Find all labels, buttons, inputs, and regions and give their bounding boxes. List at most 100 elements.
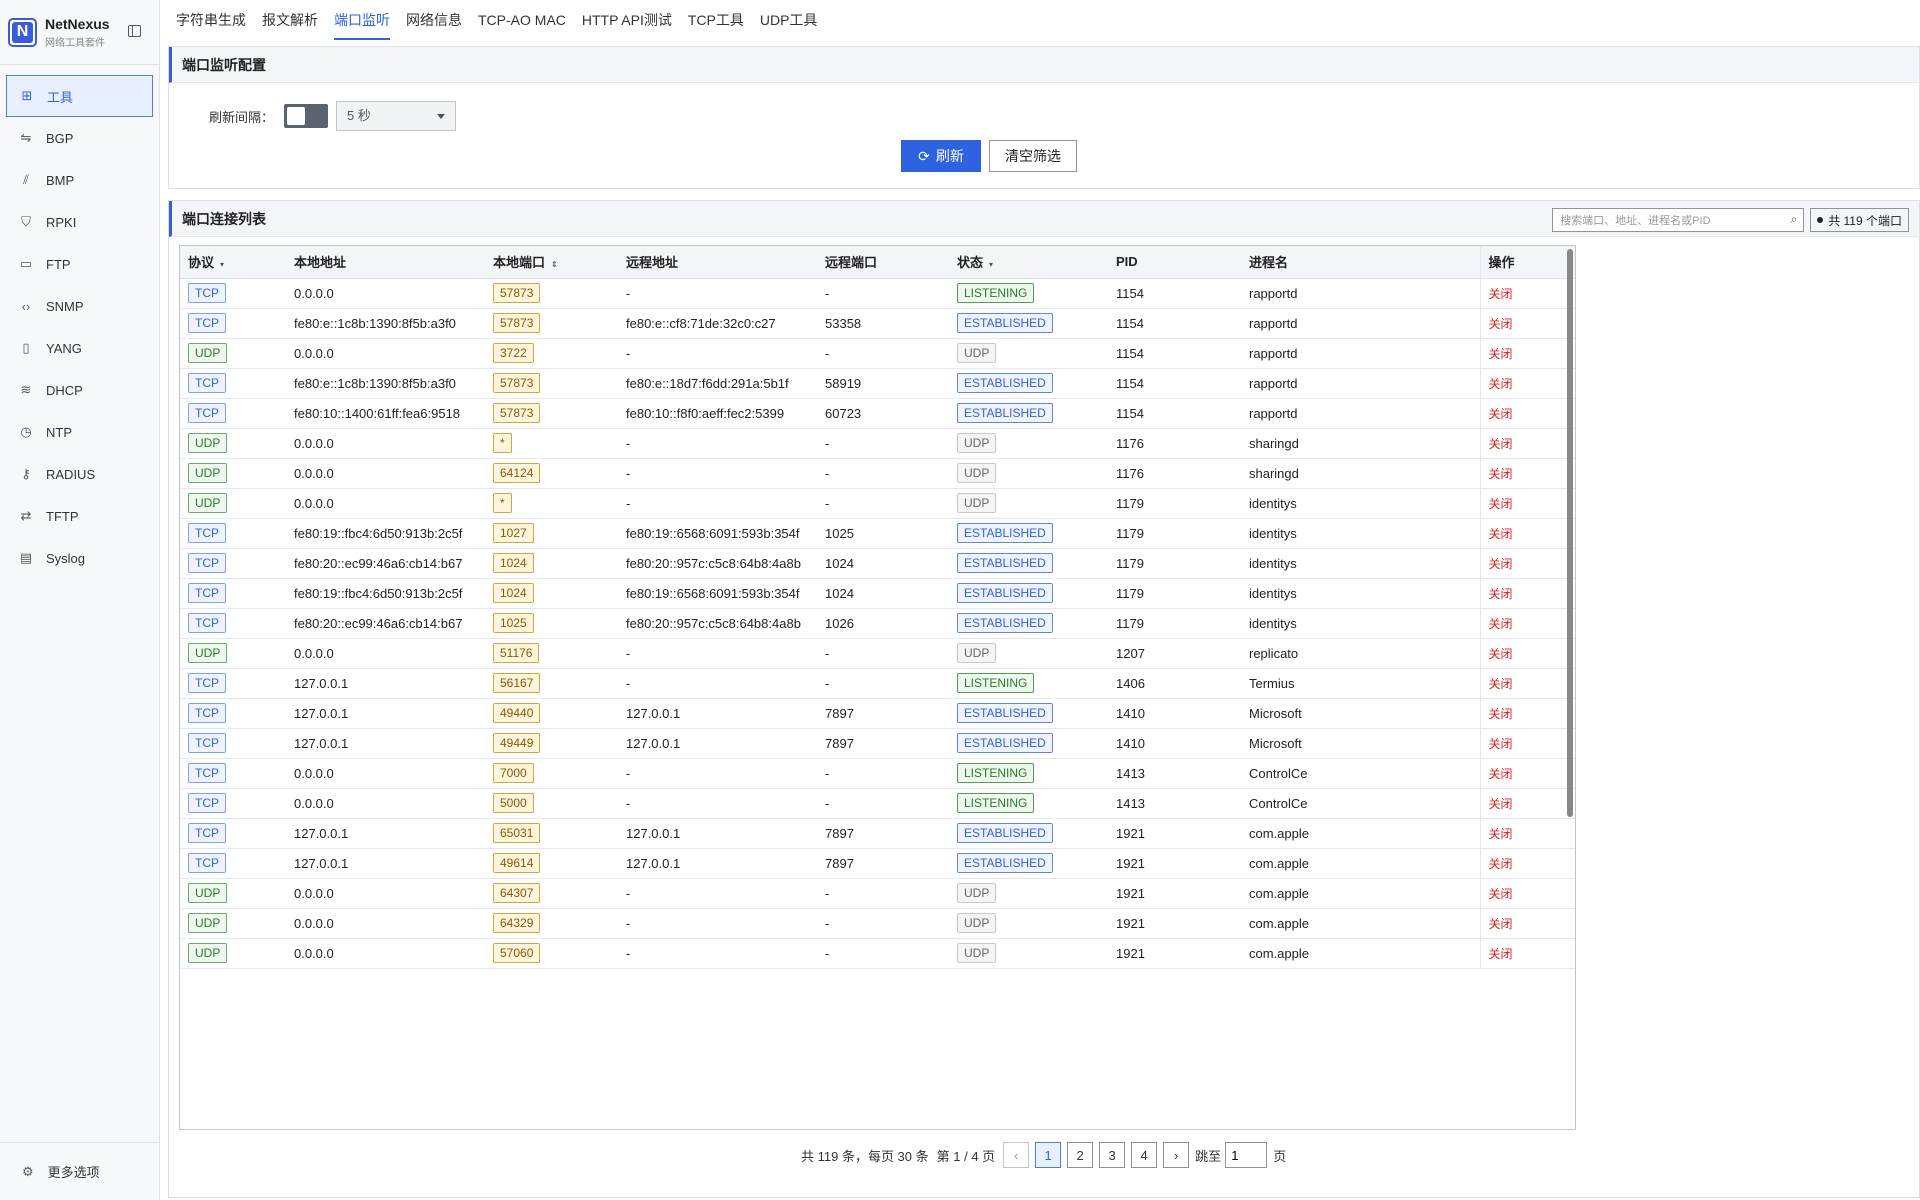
sidebar-collapse-icon[interactable] (128, 25, 141, 37)
sidebar-item-ntp[interactable]: ◷ NTP (6, 411, 153, 453)
protocol-tag: UDP (188, 643, 228, 663)
close-connection-button[interactable]: 关闭 (1489, 647, 1513, 661)
search-input[interactable]: 搜索端口、地址、进程名或PID ⌕ (1552, 208, 1805, 232)
sort-icon[interactable]: ▾ (220, 260, 224, 269)
tab-0[interactable]: 字符串生成 (168, 0, 254, 40)
close-connection-button[interactable]: 关闭 (1489, 707, 1513, 721)
clear-filter-button[interactable]: 清空筛选 (989, 140, 1077, 172)
page-button-2[interactable]: 2 (1067, 1142, 1094, 1168)
pid: 1179 (1108, 548, 1241, 579)
local-address: fe80:20::ec99:46a6:cb14:b67 (286, 608, 485, 639)
remote-address: 127.0.0.1 (618, 848, 817, 879)
more-options[interactable]: ⚙ 更多选项 (0, 1142, 159, 1200)
close-connection-button[interactable]: 关闭 (1489, 347, 1513, 361)
protocol-tag: UDP (188, 433, 228, 453)
column-header-label: 状态 (957, 255, 984, 271)
sidebar-item-bgp[interactable]: ⇋ BGP (6, 117, 153, 159)
close-connection-button[interactable]: 关闭 (1489, 557, 1513, 571)
close-connection-button[interactable]: 关闭 (1489, 377, 1513, 391)
close-connection-button[interactable]: 关闭 (1489, 737, 1513, 751)
local-port-tag: * (493, 433, 512, 453)
protocol-tag: TCP (188, 733, 226, 753)
close-connection-button[interactable]: 关闭 (1489, 617, 1513, 631)
prev-page-button[interactable]: ‹ (1003, 1142, 1030, 1168)
tab-5[interactable]: HTTP API测试 (574, 0, 680, 40)
close-connection-button[interactable]: 关闭 (1489, 827, 1513, 841)
sort-icon[interactable]: ⇕ (551, 260, 558, 269)
pid: 1406 (1108, 668, 1241, 699)
pid: 1179 (1108, 608, 1241, 639)
remote-port: - (817, 878, 949, 909)
process-name: com.apple (1241, 938, 1480, 969)
refresh-button[interactable]: ⟳ 刷新 (901, 140, 981, 172)
pid: 1921 (1108, 878, 1241, 909)
close-connection-button[interactable]: 关闭 (1489, 917, 1513, 931)
close-connection-button[interactable]: 关闭 (1489, 887, 1513, 901)
sort-icon[interactable]: ▾ (989, 260, 993, 269)
pid: 1410 (1108, 698, 1241, 729)
local-port-tag: 3722 (493, 343, 534, 363)
page-button-1[interactable]: 1 (1035, 1142, 1062, 1168)
local-address: 127.0.0.1 (286, 818, 485, 849)
tab-3[interactable]: 网络信息 (398, 0, 470, 40)
sidebar-item-bmp[interactable]: ⫽ BMP (6, 159, 153, 201)
refresh-interval-select[interactable]: 5 秒 (336, 101, 457, 131)
port-monitor-config-panel: 端口监听配置 刷新间隔： 5 秒 ⟳ 刷新 清空筛选 (168, 46, 1920, 189)
jump-page-input[interactable] (1225, 1142, 1268, 1168)
next-page-button[interactable]: › (1163, 1142, 1190, 1168)
close-connection-button[interactable]: 关闭 (1489, 767, 1513, 781)
close-connection-button[interactable]: 关闭 (1489, 437, 1513, 451)
local-address: 0.0.0.0 (286, 938, 485, 969)
sidebar-item-syslog[interactable]: ▤ Syslog (6, 537, 153, 579)
close-connection-button[interactable]: 关闭 (1489, 797, 1513, 811)
page-button-4[interactable]: 4 (1131, 1142, 1158, 1168)
close-connection-button[interactable]: 关闭 (1489, 947, 1513, 961)
process-name: identitys (1241, 518, 1480, 549)
pid: 1176 (1108, 458, 1241, 489)
remote-port: - (817, 428, 949, 459)
tab-6[interactable]: TCP工具 (680, 0, 752, 40)
sidebar-item-snmp[interactable]: ‹› SNMP (6, 285, 153, 327)
column-header[interactable]: 状态 ▾ (949, 246, 1108, 279)
column-header[interactable]: 本地端口 ⇕ (485, 246, 618, 279)
column-header[interactable]: 协议 ▾ (180, 246, 286, 279)
tab-7[interactable]: UDP工具 (752, 0, 826, 40)
tab-4[interactable]: TCP-AO MAC (470, 0, 574, 40)
tab-2[interactable]: 端口监听 (326, 0, 398, 40)
process-name: ControlCe (1241, 788, 1480, 819)
remote-address: 127.0.0.1 (618, 698, 817, 729)
column-header: 操作 (1479, 246, 1575, 279)
sidebar-item-ftp[interactable]: ▭ FTP (6, 243, 153, 285)
close-connection-button[interactable]: 关闭 (1489, 587, 1513, 601)
process-name: rapportd (1241, 278, 1480, 309)
chart-icon: ⫽ (23, 172, 29, 187)
sidebar-item-rpki[interactable]: ⛉ RPKI (6, 201, 153, 243)
local-port-tag: 65031 (493, 823, 541, 843)
config-panel-title: 端口监听配置 (169, 47, 1919, 83)
close-connection-button[interactable]: 关闭 (1489, 317, 1513, 331)
close-connection-button[interactable]: 关闭 (1489, 287, 1513, 301)
sidebar-item-dhcp[interactable]: ≋ DHCP (6, 369, 153, 411)
page-button-3[interactable]: 3 (1099, 1142, 1126, 1168)
pid: 1179 (1108, 488, 1241, 519)
sidebar-item-yang[interactable]: ▯ YANG (6, 327, 153, 369)
close-connection-button[interactable]: 关闭 (1489, 497, 1513, 511)
close-connection-button[interactable]: 关闭 (1489, 467, 1513, 481)
sidebar-item-radius[interactable]: ⚷ RADIUS (6, 453, 153, 495)
document-icon: ▤ (19, 550, 33, 565)
remote-port: 1025 (817, 518, 949, 549)
table-scrollbar[interactable] (1567, 249, 1573, 817)
tab-1[interactable]: 报文解析 (254, 0, 326, 40)
sidebar-item-tools[interactable]: ⊞ 工具 (6, 75, 153, 117)
process-name: identitys (1241, 548, 1480, 579)
close-connection-button[interactable]: 关闭 (1489, 857, 1513, 871)
process-name: ControlCe (1241, 758, 1480, 789)
column-header-label: 远程端口 (825, 255, 878, 271)
sidebar-item-tftp[interactable]: ⇄ TFTP (6, 495, 153, 537)
close-connection-button[interactable]: 关闭 (1489, 407, 1513, 421)
close-connection-button[interactable]: 关闭 (1489, 527, 1513, 541)
sidebar-item-label: NTP (46, 424, 72, 440)
auto-refresh-toggle[interactable] (284, 104, 329, 128)
swap-icon: ⇄ (20, 508, 32, 523)
close-connection-button[interactable]: 关闭 (1489, 677, 1513, 691)
